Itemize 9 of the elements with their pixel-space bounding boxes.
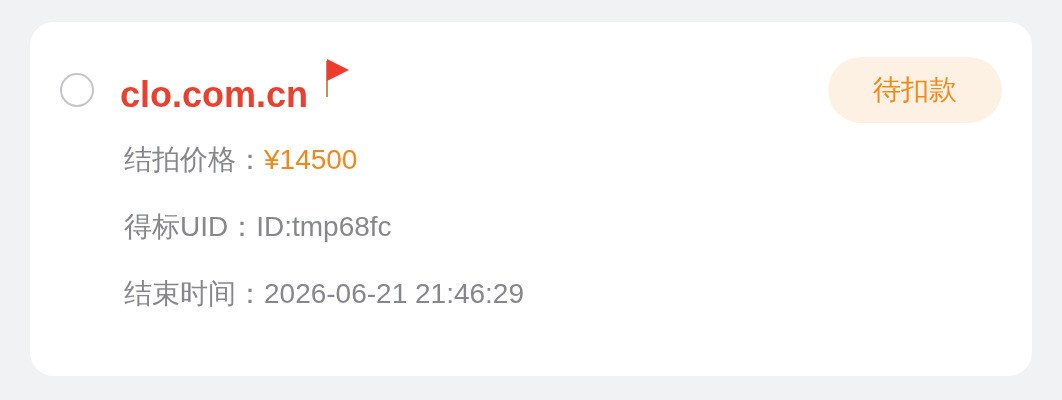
domain-title: clo.com.cn (120, 73, 309, 117)
status-badge: 待扣款 (828, 57, 1002, 123)
field-label: 得标UID： (124, 210, 257, 244)
field-value: ¥14500 (264, 143, 358, 177)
radio-button[interactable] (60, 73, 94, 107)
field-value: ID:tmp68fc (256, 210, 392, 244)
field-label: 结拍价格： (124, 143, 264, 177)
field-label: 结束时间： (124, 277, 264, 311)
field-value: 2026-06-21 21:46:29 (264, 277, 524, 311)
